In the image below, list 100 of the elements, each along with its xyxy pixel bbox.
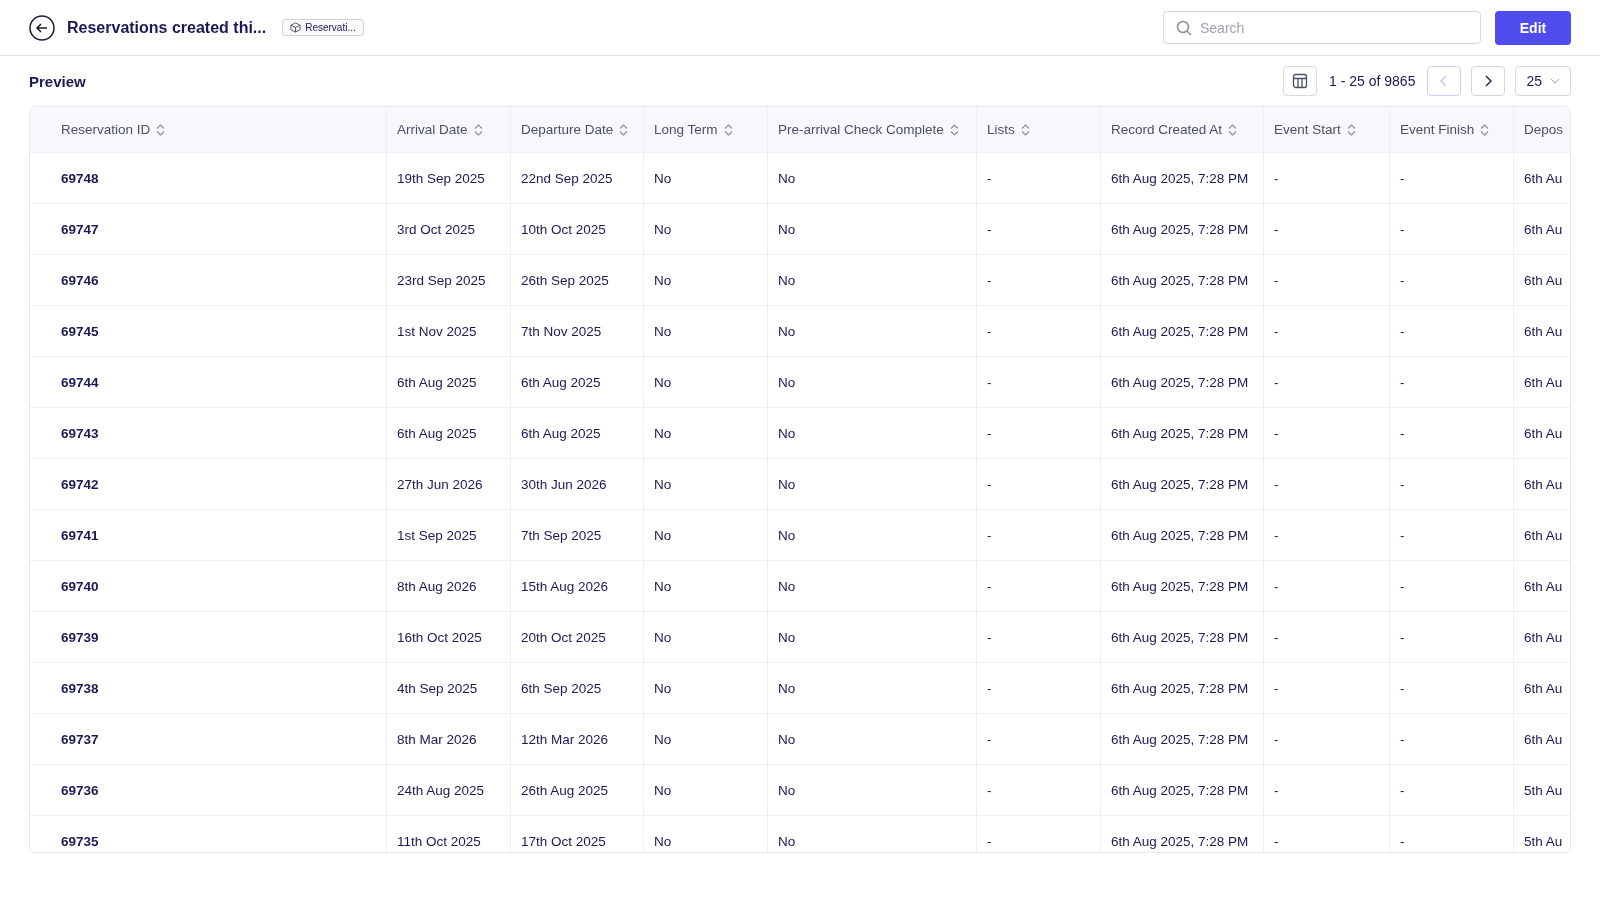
table-cell: No bbox=[768, 561, 977, 611]
table-cell: 6th Aug 2025 bbox=[511, 408, 644, 458]
table-cell: 27th Jun 2026 bbox=[387, 459, 511, 509]
table-cell: - bbox=[1390, 612, 1514, 662]
sort-icon bbox=[949, 123, 959, 136]
column-header[interactable]: Pre-arrival Check Complete bbox=[768, 107, 977, 152]
column-header[interactable]: Lists bbox=[977, 107, 1101, 152]
table-cell: - bbox=[977, 510, 1101, 560]
table-cell: - bbox=[1390, 663, 1514, 713]
table-cell: - bbox=[1390, 255, 1514, 305]
table-cell: 69745 bbox=[30, 306, 387, 356]
table-cell: No bbox=[644, 765, 768, 815]
page-size-select[interactable]: 25 bbox=[1515, 66, 1571, 96]
column-header[interactable]: Departure Date bbox=[511, 107, 644, 152]
edit-button[interactable]: Edit bbox=[1495, 10, 1571, 45]
sort-icon bbox=[1228, 123, 1238, 136]
table-cell: 69740 bbox=[30, 561, 387, 611]
table-cell: - bbox=[1390, 408, 1514, 458]
table-cell: No bbox=[644, 816, 768, 852]
table-cell: 69741 bbox=[30, 510, 387, 560]
cube-icon bbox=[290, 22, 302, 33]
table-cell: No bbox=[768, 663, 977, 713]
table-cell: 8th Mar 2026 bbox=[387, 714, 511, 764]
table-cell: - bbox=[1264, 408, 1390, 458]
table-cell: No bbox=[768, 714, 977, 764]
column-header[interactable]: Event Start bbox=[1264, 107, 1390, 152]
table-cell: 6th Sep 2025 bbox=[511, 663, 644, 713]
sort-icon bbox=[1480, 123, 1490, 136]
table-cell: 69742 bbox=[30, 459, 387, 509]
table-cell: 6th Aug 2025, 7:28 PM bbox=[1101, 663, 1264, 713]
table-cell: 11th Oct 2025 bbox=[387, 816, 511, 852]
table-cell: - bbox=[1264, 459, 1390, 509]
table-cell: 1st Nov 2025 bbox=[387, 306, 511, 356]
table-cell: 69738 bbox=[30, 663, 387, 713]
table-cell: 6th Aug 2025, 7:28 PM bbox=[1101, 510, 1264, 560]
column-header[interactable]: Record Created At bbox=[1101, 107, 1264, 152]
table-cell: - bbox=[977, 357, 1101, 407]
table-cell: - bbox=[1390, 153, 1514, 203]
table-cell: 69747 bbox=[30, 204, 387, 254]
column-header[interactable]: Depos bbox=[1514, 107, 1570, 152]
columns-button[interactable] bbox=[1283, 66, 1317, 96]
table-cell: - bbox=[1264, 765, 1390, 815]
table-cell: 6th Aug 2025, 7:28 PM bbox=[1101, 408, 1264, 458]
column-header[interactable]: Reservation ID bbox=[30, 107, 387, 152]
table-cell: 69744 bbox=[30, 357, 387, 407]
column-header[interactable]: Arrival Date bbox=[387, 107, 511, 152]
table-cell: 7th Nov 2025 bbox=[511, 306, 644, 356]
table-cell: 6th Aug 2025, 7:28 PM bbox=[1101, 204, 1264, 254]
table-columns-icon bbox=[1292, 73, 1308, 89]
table-cell: No bbox=[768, 510, 977, 560]
table-cell: 1st Sep 2025 bbox=[387, 510, 511, 560]
table-cell-text: 6th Au bbox=[1523, 730, 1564, 749]
table-cell: 30th Jun 2026 bbox=[511, 459, 644, 509]
table-cell: No bbox=[768, 612, 977, 662]
table-cell: 69739 bbox=[30, 612, 387, 662]
table-cell: No bbox=[644, 612, 768, 662]
table-cell: - bbox=[1390, 816, 1514, 852]
table-cell: No bbox=[644, 255, 768, 305]
table-cell: 6th Aug 2025, 7:28 PM bbox=[1101, 561, 1264, 611]
table-cell: 6th Aug 2025 bbox=[387, 357, 511, 407]
back-icon[interactable] bbox=[29, 14, 55, 41]
table-cell: - bbox=[1264, 255, 1390, 305]
search-icon bbox=[1176, 20, 1192, 36]
sort-icon bbox=[473, 123, 483, 136]
table-cell: No bbox=[644, 153, 768, 203]
table-cell: No bbox=[644, 510, 768, 560]
table-cell: - bbox=[977, 408, 1101, 458]
next-page-button[interactable] bbox=[1471, 66, 1506, 96]
table-cell-text: 6th Au bbox=[1523, 679, 1564, 698]
table-cell: No bbox=[768, 204, 977, 254]
table-cell: 26th Aug 2025 bbox=[511, 765, 644, 815]
table-cell: 69737 bbox=[30, 714, 387, 764]
table-cell: - bbox=[1264, 612, 1390, 662]
table-cell: 4th Sep 2025 bbox=[387, 663, 511, 713]
table-cell-text: 6th Au bbox=[1523, 526, 1564, 545]
table-cell: No bbox=[768, 255, 977, 305]
chevron-down-icon bbox=[1550, 76, 1560, 86]
table-cell: No bbox=[768, 357, 977, 407]
table-cell: - bbox=[1390, 510, 1514, 560]
table-cell: - bbox=[1264, 357, 1390, 407]
table-cell: No bbox=[768, 408, 977, 458]
column-header[interactable]: Event Finish bbox=[1390, 107, 1514, 152]
table-cell: 12th Mar 2026 bbox=[511, 714, 644, 764]
table-cell-text: 6th Au bbox=[1523, 577, 1564, 596]
table-cell-text: 6th Au bbox=[1523, 220, 1564, 239]
table-cell: 7th Sep 2025 bbox=[511, 510, 644, 560]
table-cell: No bbox=[768, 153, 977, 203]
column-header[interactable]: Long Term bbox=[644, 107, 768, 152]
sort-icon bbox=[1020, 123, 1030, 136]
table-cell: - bbox=[977, 153, 1101, 203]
table-cell: 6th Aug 2025, 7:28 PM bbox=[1101, 306, 1264, 356]
table-cell: 69748 bbox=[30, 153, 387, 203]
table-cell: 26th Sep 2025 bbox=[511, 255, 644, 305]
table-cell: No bbox=[644, 306, 768, 356]
table-cell: No bbox=[644, 357, 768, 407]
table-cell: - bbox=[1390, 306, 1514, 356]
table-cell: - bbox=[1390, 357, 1514, 407]
search-field[interactable]: Search bbox=[1163, 11, 1481, 44]
table-cell: - bbox=[1264, 816, 1390, 852]
table-cell: - bbox=[977, 255, 1101, 305]
